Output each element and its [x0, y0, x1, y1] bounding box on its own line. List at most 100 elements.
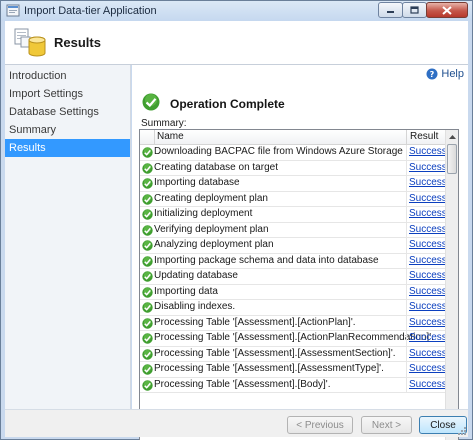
success-check-icon — [142, 162, 153, 174]
column-divider — [406, 253, 407, 269]
success-check-icon — [142, 255, 153, 267]
success-check-icon — [142, 224, 153, 236]
help-icon: ? — [426, 68, 438, 80]
result-link[interactable]: Success — [409, 146, 447, 157]
table-row[interactable]: Initializing deployment Success — [140, 207, 447, 223]
column-divider — [406, 331, 407, 346]
previous-button[interactable]: < Previous — [287, 416, 353, 434]
vertical-scrollbar[interactable] — [445, 130, 458, 440]
table-row[interactable]: Importing package schema and data into d… — [140, 253, 447, 269]
success-check-icon — [142, 379, 153, 391]
nav-item-import-settings[interactable]: Import Settings — [5, 85, 130, 103]
database-import-icon — [14, 28, 46, 57]
scroll-thumb[interactable] — [447, 144, 457, 174]
column-divider — [406, 145, 407, 160]
result-link[interactable]: Success — [409, 301, 447, 312]
result-link[interactable]: Success — [409, 224, 447, 235]
column-divider — [406, 300, 407, 315]
row-name: Processing Table '[Assessment].[Assessme… — [154, 347, 396, 359]
wizard-footer: < Previous Next > Close — [5, 409, 468, 437]
column-divider — [406, 222, 407, 238]
column-header-result[interactable]: Result — [410, 131, 438, 142]
table-row[interactable]: Processing Table '[Assessment].[Body]'. S… — [140, 377, 447, 393]
app-icon — [6, 4, 20, 17]
table-row[interactable]: Processing Table '[Assessment].[ActionPl… — [140, 331, 447, 347]
result-link[interactable]: Success — [409, 162, 447, 173]
minimize-icon — [387, 11, 394, 13]
result-link[interactable]: Success — [409, 379, 447, 390]
table-row[interactable]: Updating database Success — [140, 269, 447, 285]
minimize-button[interactable] — [378, 2, 403, 18]
result-link[interactable]: Success — [409, 348, 447, 359]
row-name: Creating database on target — [154, 161, 278, 173]
grid-header: Name Result — [140, 130, 446, 145]
row-name: Initializing deployment — [154, 208, 253, 219]
maximize-button[interactable] — [402, 2, 427, 18]
row-name: Processing Table '[Assessment].[ActionPl… — [154, 316, 356, 328]
column-divider — [406, 160, 407, 176]
table-row[interactable]: Analyzing deployment plan Success — [140, 238, 447, 254]
results-panel: ? Help Operation Complete Summary: Name … — [132, 65, 468, 440]
table-row[interactable]: Disabling indexes. Success — [140, 300, 447, 316]
row-name: Creating deployment plan — [154, 192, 268, 204]
column-divider — [406, 315, 407, 331]
row-name: Processing Table '[Assessment].[Body]'. — [154, 378, 331, 390]
success-check-icon — [142, 240, 153, 251]
result-link[interactable]: Success — [409, 193, 447, 204]
success-check-icon — [142, 209, 153, 220]
result-link[interactable]: Success — [409, 317, 447, 328]
table-row[interactable]: Processing Table '[Assessment].[Assessme… — [140, 346, 447, 362]
result-link[interactable]: Success — [409, 255, 447, 266]
result-link[interactable]: Success — [409, 363, 447, 374]
row-name: Downloading BACPAC file from Windows Azu… — [154, 146, 403, 157]
summary-label: Summary: — [141, 118, 187, 129]
result-link[interactable]: Success — [409, 177, 447, 188]
page-title: Results — [54, 35, 101, 50]
nav-item-database-settings[interactable]: Database Settings — [5, 103, 130, 121]
summary-grid[interactable]: Name Result Downloading BACPAC file from… — [139, 129, 459, 440]
success-check-icon — [142, 348, 153, 360]
success-check-icon — [142, 93, 160, 111]
window-close-button[interactable] — [426, 2, 468, 18]
table-row[interactable]: Processing Table '[Assessment].[ActionPl… — [140, 315, 447, 331]
column-divider — [406, 238, 407, 253]
row-name: Importing data — [154, 285, 218, 297]
row-name: Importing package schema and data into d… — [154, 254, 379, 266]
row-name: Analyzing deployment plan — [154, 239, 274, 250]
result-link[interactable]: Success — [409, 332, 447, 343]
table-row[interactable]: Creating deployment plan Success — [140, 191, 447, 207]
table-row[interactable]: Downloading BACPAC file from Windows Azu… — [140, 145, 447, 161]
success-check-icon — [142, 333, 153, 344]
resize-grip-icon[interactable] — [457, 426, 467, 436]
success-check-icon — [142, 317, 153, 329]
row-name: Disabling indexes. — [154, 301, 236, 312]
success-check-icon — [142, 271, 153, 282]
success-check-icon — [142, 193, 153, 205]
column-divider[interactable] — [406, 130, 407, 145]
help-link[interactable]: ? Help — [426, 68, 464, 80]
column-divider — [406, 377, 407, 393]
next-button[interactable]: Next > — [361, 416, 412, 434]
table-row[interactable]: Processing Table '[Assessment].[Assessme… — [140, 362, 447, 378]
nav-item-results[interactable]: Results — [5, 139, 130, 157]
column-divider — [406, 176, 407, 191]
column-divider — [406, 269, 407, 284]
page-header: Results — [5, 21, 468, 65]
table-row[interactable]: Verifying deployment plan Success — [140, 222, 447, 238]
result-link[interactable]: Success — [409, 286, 447, 297]
maximize-icon — [410, 6, 419, 14]
row-name: Processing Table '[Assessment].[ActionPl… — [154, 332, 434, 343]
title-bar[interactable]: Import Data-tier Application — [1, 1, 472, 21]
column-header-name[interactable]: Name — [157, 131, 184, 142]
table-row[interactable]: Importing data Success — [140, 284, 447, 300]
nav-item-introduction[interactable]: Introduction — [5, 67, 130, 85]
table-row[interactable]: Creating database on target Success — [140, 160, 447, 176]
scroll-up-button[interactable] — [446, 130, 458, 143]
result-link[interactable]: Success — [409, 239, 447, 250]
arrow-up-icon — [448, 134, 456, 139]
nav-item-summary[interactable]: Summary — [5, 121, 130, 139]
operation-status-title: Operation Complete — [170, 97, 285, 111]
result-link[interactable]: Success — [409, 208, 447, 219]
result-link[interactable]: Success — [409, 270, 447, 281]
table-row[interactable]: Importing database Success — [140, 176, 447, 192]
